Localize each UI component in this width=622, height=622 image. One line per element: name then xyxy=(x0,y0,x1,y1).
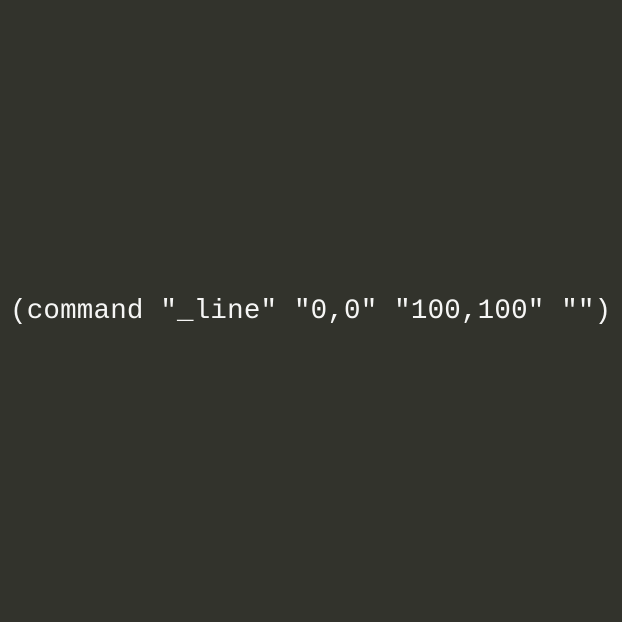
code-line: (command "_line" "0,0" "100,100" "") xyxy=(0,296,611,327)
